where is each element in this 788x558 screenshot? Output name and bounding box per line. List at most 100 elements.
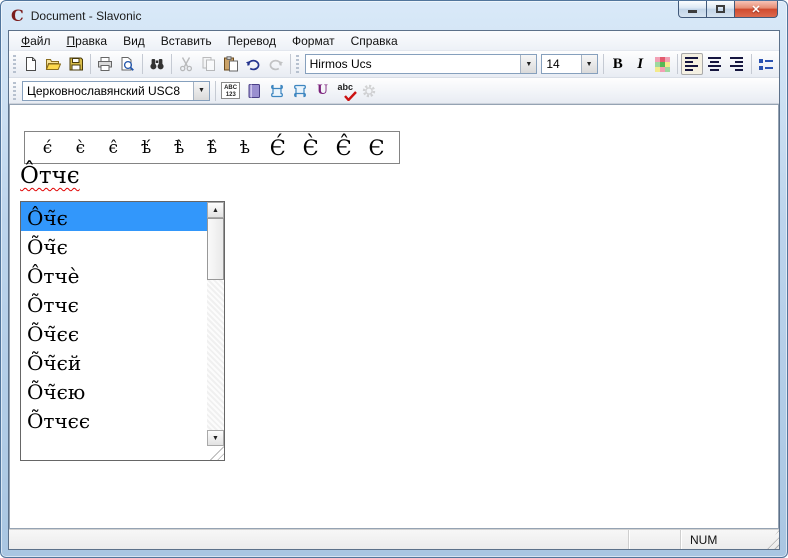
language-dropdown-button[interactable]: ▼	[193, 82, 209, 100]
title-bar[interactable]: С Document - Slavonic ✕	[1, 1, 787, 30]
status-pane	[628, 530, 680, 549]
paste-button[interactable]	[220, 53, 242, 75]
palette-char[interactable]: є̂	[97, 138, 130, 158]
menu-translate[interactable]: Перевод	[220, 32, 284, 50]
menu-help[interactable]: Справка	[343, 32, 406, 50]
toolbar-grip[interactable]	[13, 55, 16, 73]
italic-button[interactable]: I	[629, 53, 651, 75]
character-palette: є́ є̀ є̂ ѣ́ ѣ̀ ѣ̂ ѣ Є́ Є̀ Є̂ Є	[24, 131, 400, 164]
find-button[interactable]	[146, 53, 168, 75]
suggestion-item[interactable]: О̃ч̃єй	[21, 347, 207, 376]
align-right-button[interactable]	[725, 53, 747, 75]
menu-edit[interactable]: Правка	[59, 32, 116, 50]
font-name-dropdown-button[interactable]: ▼	[520, 55, 536, 73]
italic-icon: I	[637, 56, 643, 73]
app-window: С Document - Slavonic ✕ Файл Правка Вид …	[0, 0, 788, 558]
minimize-button[interactable]	[678, 1, 707, 18]
new-document-button[interactable]	[20, 53, 42, 75]
print-button[interactable]	[94, 53, 116, 75]
toolbar-separator	[171, 54, 172, 74]
palette-char[interactable]: є̀	[64, 138, 97, 158]
text-color-button[interactable]	[651, 53, 673, 75]
language-value[interactable]: Церковнославянский USC8	[23, 84, 193, 98]
palette-char[interactable]: ѣ̂	[196, 138, 229, 158]
font-size-dropdown-button[interactable]: ▼	[581, 55, 597, 73]
align-left-button[interactable]	[681, 53, 703, 75]
toolbar-language: Церковнославянский USC8 ▼ ABC123 U abc	[9, 78, 779, 104]
toolbar-standard: Hirmos Ucs ▼ 14 ▼ B I	[9, 51, 779, 78]
suggestion-item[interactable]: О̃тчєє	[21, 405, 207, 434]
palette-char[interactable]: ѣ	[228, 138, 261, 158]
app-icon: С	[11, 8, 24, 24]
font-size-value[interactable]: 14	[542, 57, 580, 71]
list-scrollbar[interactable]: ▲ ▼	[207, 202, 224, 460]
suggestion-item[interactable]: О̃ч̃єє	[21, 318, 207, 347]
close-button[interactable]: ✕	[735, 1, 778, 18]
gear-icon	[361, 83, 377, 99]
window-resize-grip[interactable]	[762, 530, 779, 549]
status-bar: NUM	[9, 529, 779, 549]
scroll-down-button[interactable]: ▼	[207, 430, 224, 446]
palette-char[interactable]: Є	[360, 136, 393, 160]
list-resize-grip[interactable]	[207, 446, 224, 460]
palette-char[interactable]: Є̂	[327, 136, 360, 160]
bold-button[interactable]: B	[607, 53, 629, 75]
dictionary-button[interactable]	[242, 80, 265, 102]
open-button[interactable]	[42, 53, 64, 75]
window-controls: ✕	[678, 1, 778, 18]
unicode-button[interactable]: U	[311, 80, 334, 102]
suggestion-item[interactable]: О̃тчє	[21, 289, 207, 318]
paste-icon	[223, 56, 239, 72]
bullet-list-button[interactable]	[755, 53, 777, 75]
letters-numbers-button[interactable]: ABC123	[219, 80, 242, 102]
arrow-up-icon: ▲	[212, 207, 219, 214]
scroll-up-button[interactable]: ▲	[207, 202, 224, 218]
language-combo[interactable]: Церковнославянский USC8 ▼	[22, 81, 210, 101]
menu-file[interactable]: Файл	[13, 32, 59, 50]
suggestion-item[interactable]: О̃ч̃є	[21, 231, 207, 260]
settings-button[interactable]	[357, 80, 380, 102]
suggestion-item[interactable]: О̂ч̃є	[21, 202, 207, 231]
font-name-combo[interactable]: Hirmos Ucs ▼	[305, 54, 538, 74]
cut-button[interactable]	[175, 53, 197, 75]
chevron-down-icon: ▼	[525, 61, 532, 68]
spellcheck-icon: abc	[337, 83, 355, 99]
scrollbar-thumb[interactable]	[207, 218, 224, 280]
typed-word[interactable]: О̂тчє	[20, 163, 80, 189]
minimize-icon	[688, 10, 697, 13]
font-size-combo[interactable]: 14 ▼	[541, 54, 597, 74]
suggestion-item[interactable]: О̂тчѐ	[21, 260, 207, 289]
suggestion-item[interactable]: О̃ч̃єю	[21, 376, 207, 405]
toolbar-separator	[603, 54, 604, 74]
bold-icon: B	[613, 56, 623, 73]
num-lock-label: NUM	[690, 533, 717, 547]
scroll-copy-button[interactable]	[288, 80, 311, 102]
maximize-button[interactable]	[707, 1, 735, 18]
print-preview-button[interactable]	[116, 53, 138, 75]
scrollbar-track[interactable]	[207, 280, 224, 430]
arrow-down-icon: ▼	[212, 435, 219, 442]
redo-button[interactable]	[264, 53, 286, 75]
toolbar-grip[interactable]	[13, 82, 16, 100]
menu-view[interactable]: Вид	[115, 32, 153, 50]
scroll-text-button[interactable]	[265, 80, 288, 102]
copy-button[interactable]	[197, 53, 219, 75]
spellcheck-button[interactable]: abc	[334, 80, 357, 102]
document-area[interactable]: є́ є̀ є̂ ѣ́ ѣ̀ ѣ̂ ѣ Є́ Є̀ Є̂ Є О̂тчє О̂ч…	[9, 104, 779, 529]
toolbar-grip[interactable]	[296, 55, 299, 73]
palette-char[interactable]: є́	[31, 138, 64, 158]
palette-char[interactable]: ѣ́	[130, 138, 163, 158]
align-center-button[interactable]	[703, 53, 725, 75]
menu-insert[interactable]: Вставить	[153, 32, 220, 50]
undo-button[interactable]	[242, 53, 264, 75]
menu-format[interactable]: Формат	[284, 32, 343, 50]
palette-char[interactable]: ѣ̀	[163, 138, 196, 158]
font-name-value[interactable]: Hirmos Ucs	[306, 57, 521, 71]
palette-char[interactable]: Є̀	[294, 136, 327, 160]
open-folder-icon	[45, 56, 61, 72]
client-area: Файл Правка Вид Вставить Перевод Формат …	[8, 30, 780, 550]
save-button[interactable]	[65, 53, 87, 75]
dictionary-book-icon	[246, 83, 262, 99]
toolbar-separator	[215, 81, 216, 101]
palette-char[interactable]: Є́	[261, 136, 294, 160]
